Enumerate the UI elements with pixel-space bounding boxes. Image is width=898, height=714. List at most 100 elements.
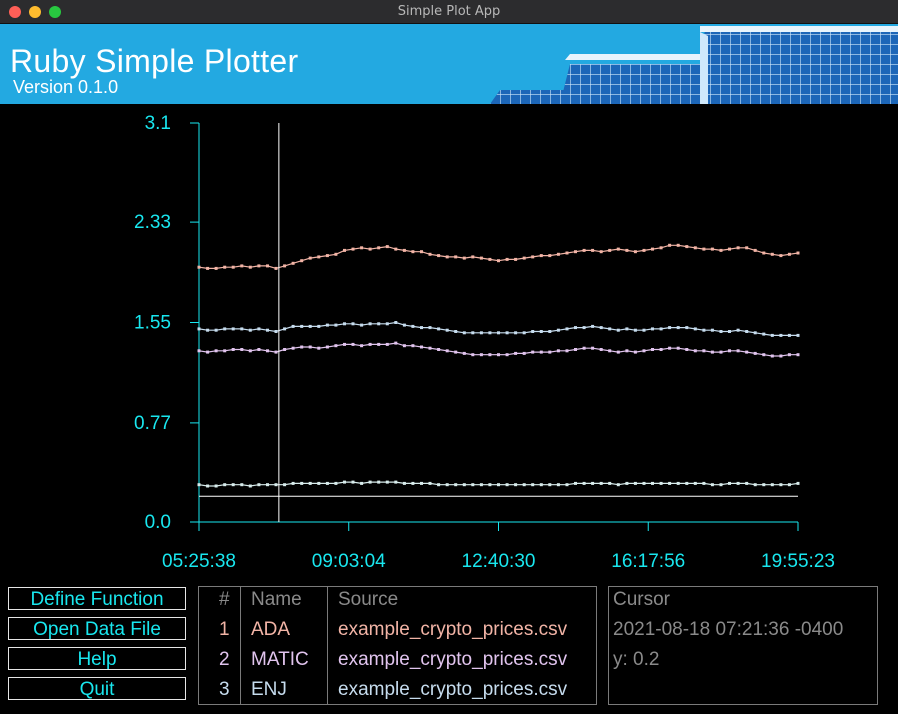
- cursor-y-value: y: 0.2: [613, 649, 660, 670]
- data-point: [565, 483, 569, 487]
- data-point: [608, 327, 612, 331]
- data-point: [471, 353, 475, 357]
- data-point: [565, 251, 569, 255]
- data-point: [599, 250, 603, 254]
- data-point: [257, 327, 261, 331]
- data-point: [488, 257, 492, 261]
- data-point: [343, 322, 346, 326]
- data-point: [394, 321, 398, 324]
- data-point: [719, 248, 723, 252]
- data-point: [283, 327, 287, 331]
- data-point: [685, 348, 689, 351]
- data-point: [240, 264, 244, 268]
- data-point: [625, 327, 629, 331]
- data-point: [539, 254, 543, 258]
- y-tick-label: 1.55: [134, 313, 171, 334]
- data-point: [779, 354, 783, 358]
- data-point: [377, 246, 381, 250]
- data-point: [659, 481, 663, 485]
- data-point: [608, 481, 612, 485]
- data-point: [334, 323, 338, 327]
- data-point: [300, 345, 304, 349]
- data-point: [625, 248, 629, 252]
- data-point: [505, 483, 509, 487]
- data-point: [394, 480, 398, 484]
- data-point: [659, 327, 663, 331]
- data-point: [291, 261, 295, 265]
- x-tick-label: 16:17:56: [611, 551, 685, 572]
- open-data-file-button[interactable]: Open Data File: [8, 617, 186, 640]
- quit-button[interactable]: Quit: [8, 677, 186, 700]
- data-point: [343, 480, 346, 484]
- row-name: ADA: [251, 619, 291, 640]
- data-point: [762, 332, 766, 336]
- data-point: [471, 331, 475, 335]
- data-point: [308, 481, 312, 485]
- data-point: [633, 350, 637, 354]
- data-point: [428, 481, 432, 485]
- data-point: [274, 266, 278, 270]
- data-point: [702, 328, 706, 332]
- data-point: [368, 322, 372, 326]
- x-tick-label: 19:55:23: [761, 551, 835, 572]
- plot-area[interactable]: 3.1 2.33 1.55 0.77 0.0 05:25:38 09:03:04 12:40:…: [0, 105, 898, 580]
- data-point: [616, 247, 620, 251]
- data-point: [223, 265, 227, 269]
- data-point: [685, 245, 689, 249]
- data-point: [377, 480, 381, 484]
- data-point: [719, 350, 723, 354]
- data-point: [197, 483, 201, 487]
- data-point: [437, 348, 441, 351]
- data-point: [642, 349, 646, 353]
- data-point: [206, 328, 210, 332]
- data-point: [257, 348, 261, 351]
- data-point: [497, 483, 500, 487]
- data-point: [574, 481, 577, 485]
- data-point: [505, 257, 509, 261]
- data-point: [497, 353, 500, 357]
- data-point: [445, 255, 449, 259]
- data-point: [531, 483, 535, 487]
- data-point: [787, 353, 791, 357]
- data-point: [257, 483, 261, 487]
- data-point: [197, 349, 201, 353]
- data-point: [514, 351, 518, 355]
- data-point: [462, 256, 466, 260]
- data-point: [796, 251, 800, 255]
- data-point: [582, 481, 586, 485]
- row-number: 3: [219, 679, 230, 700]
- data-point: [420, 345, 423, 349]
- data-point: [325, 323, 329, 327]
- data-point: [556, 483, 560, 487]
- data-point: [745, 246, 749, 250]
- data-point: [642, 248, 646, 252]
- app-title: Ruby Simple Plotter: [10, 43, 299, 79]
- data-point: [240, 483, 244, 487]
- data-point: [479, 483, 483, 487]
- help-button[interactable]: Help: [8, 647, 186, 670]
- data-point: [796, 333, 800, 337]
- series-line: [198, 244, 799, 270]
- data-point: [223, 327, 227, 331]
- data-point: [274, 350, 278, 354]
- data-point: [676, 346, 680, 350]
- data-point: [736, 246, 740, 250]
- data-point: [360, 246, 364, 250]
- data-point: [488, 353, 492, 357]
- data-point: [522, 331, 526, 335]
- data-point: [479, 353, 483, 357]
- define-function-button[interactable]: Define Function: [8, 587, 186, 610]
- data-point: [214, 266, 218, 270]
- data-point: [753, 351, 757, 355]
- data-point: [736, 349, 740, 353]
- cursor-timestamp: 2021-08-18 07:21:36 -0400: [613, 619, 844, 640]
- data-point: [770, 252, 774, 256]
- data-point: [582, 248, 586, 252]
- data-point: [710, 247, 714, 251]
- data-point: [274, 483, 278, 487]
- data-point: [642, 481, 646, 485]
- data-point: [377, 342, 381, 346]
- data-point: [351, 342, 355, 346]
- data-point: [633, 250, 637, 254]
- data-point: [214, 328, 218, 332]
